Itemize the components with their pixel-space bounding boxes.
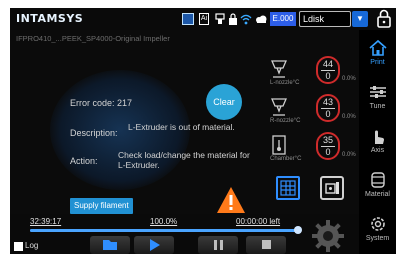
gear-icon [312,220,344,252]
usb-icon [214,13,226,25]
temp-percent: 0.0% [342,114,356,120]
brand-logo: INTAMSYS [16,12,84,25]
chamber-icon [272,135,286,155]
progress-bar [30,226,302,234]
play-button[interactable] [134,236,174,254]
hand-icon [374,130,384,144]
temp-current: 0 [325,109,331,119]
sidebar-label: System [365,235,390,242]
top-status-bar: INTAMSYS Ai E.000 Ldisk ▼ [10,8,396,30]
temp-row-l-nozzle[interactable]: L-nozzle°C 44 0 0.0% [260,56,358,90]
temp-gauge: 44 0 [316,56,340,84]
document-icon: Ai [199,13,209,25]
home-icon [368,39,387,56]
temp-label: Chamber°C [270,156,302,162]
description-label: Description: [70,128,118,138]
play-icon [150,239,160,251]
description-text: L-Extruder is out of material. [128,122,235,132]
temp-percent: 0.0% [342,152,356,158]
chevron-down-icon[interactable]: ▼ [352,11,368,27]
action-text: Check load/change the material for L-Ext… [118,150,250,170]
error-dialog: Error code: 217 Clear Description: L-Ext… [56,68,256,230]
display-icon [182,13,194,25]
temp-target: 43 [322,97,333,107]
temp-label: L-nozzle°C [270,80,300,86]
print-panel: IFPRO410_...PEEK_SP4000-Original Impelle… [10,30,359,214]
stop-button[interactable] [246,236,286,254]
action-label: Action: [70,156,98,166]
grid-icon [280,180,296,196]
sidebar-item-material[interactable]: Material [359,166,396,208]
wifi-icon [240,13,252,25]
right-sidebar: Print Tune Axis Material System [359,30,396,254]
file-name: IFPRO410_...PEEK_SP4000-Original Impelle… [16,34,170,43]
folder-icon [103,240,117,250]
warning-icon [217,187,245,213]
error-code: Error code: 217 [70,98,133,108]
temp-label: R-nozzle°C [270,118,301,124]
clear-button[interactable]: Clear [206,84,242,120]
progress-panel: 32:39:17 100.0% 00:00:00 left Log [10,214,359,254]
progress-fill [30,229,298,232]
temp-percent: 0.0% [342,76,356,82]
spool-icon [370,172,385,188]
open-folder-button[interactable] [90,236,130,254]
progress-handle [294,226,302,234]
temp-target: 44 [322,59,333,69]
disk-select[interactable]: Ldisk [299,11,351,27]
pause-icon [214,240,223,250]
temp-gauge: 43 0 [316,94,340,122]
temp-gauge: 35 0 [316,132,340,160]
sliders-icon [369,86,386,98]
sidebar-item-tune[interactable]: Tune [359,78,396,120]
grid-view-button[interactable] [276,176,300,200]
temp-row-chamber[interactable]: Chamber°C 35 0 0.0% [260,132,358,166]
sidebar-item-axis[interactable]: Axis [359,122,396,164]
temperature-panel: L-nozzle°C 44 0 0.0% R-nozzle°C 43 0 0.0… [260,56,358,176]
lock-status-icon [228,13,238,25]
log-label: Log [25,241,39,250]
log-checkbox[interactable] [14,242,23,251]
sidebar-label: Print [370,59,385,66]
camera-icon [325,182,339,194]
remaining-time: 00:00:00 left [236,217,281,226]
screen-lock-icon[interactable] [375,9,393,29]
sidebar-label: Axis [370,147,385,154]
temp-current: 0 [325,71,331,81]
temp-row-r-nozzle[interactable]: R-nozzle°C 43 0 0.0% [260,94,358,128]
nozzle-icon [271,98,287,116]
sidebar-label: Material [365,191,390,198]
gear-icon [370,217,385,231]
progress-percent: 100.0% [150,217,178,226]
energy-indicator: E.000 [270,12,296,26]
printer-screen: INTAMSYS Ai E.000 Ldisk ▼ IFPRO410_...PE… [10,8,396,254]
sidebar-item-print[interactable]: Print [359,34,396,76]
nozzle-icon [271,60,287,78]
sidebar-label: Tune [369,103,386,110]
sidebar-item-system[interactable]: System [359,210,396,252]
temp-target: 35 [322,135,333,145]
stop-icon [262,240,271,249]
supply-filament-button[interactable]: Supply filament [70,198,133,214]
pause-button[interactable] [198,236,238,254]
temp-current: 0 [325,147,331,157]
camera-button[interactable] [320,176,344,200]
cloud-icon [254,13,268,25]
elapsed-time: 32:39:17 [30,217,62,226]
